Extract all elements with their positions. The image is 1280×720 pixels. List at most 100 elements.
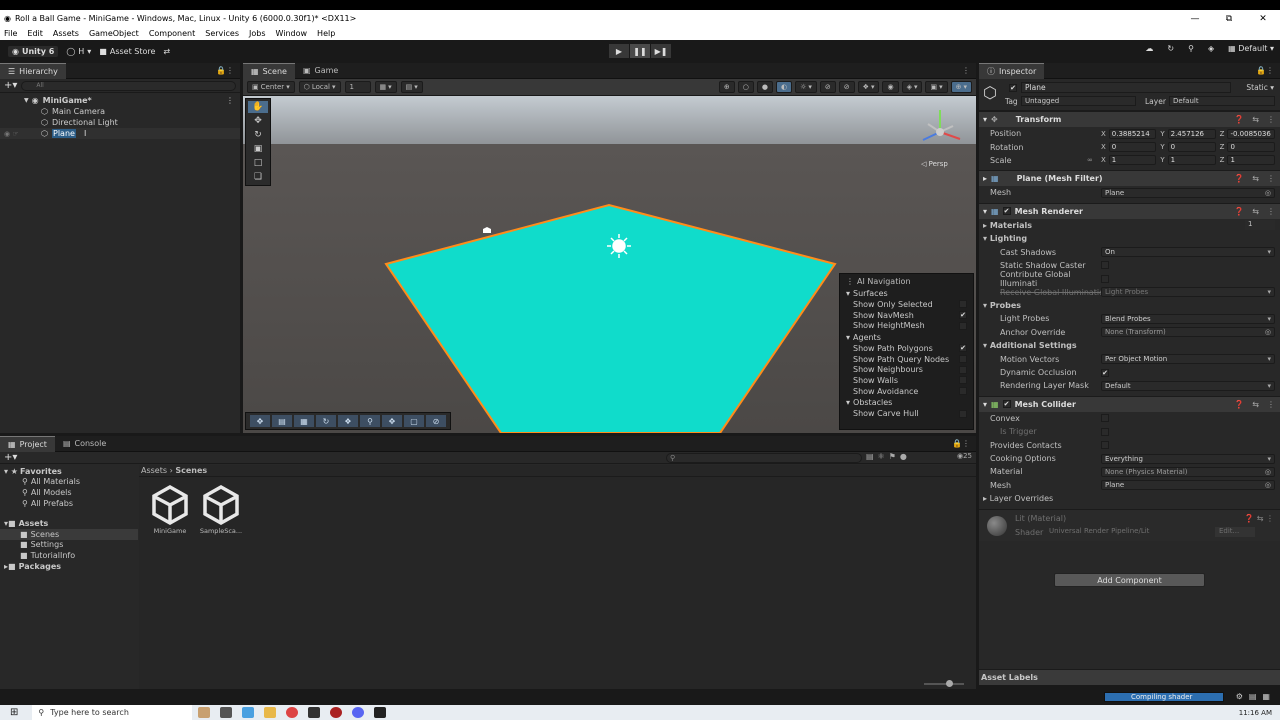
move-icon[interactable]: ✥ [382,415,402,427]
tree-packages[interactable]: ▸ ■ Packages [0,561,138,572]
checkbox[interactable] [959,321,967,330]
play-button[interactable]: ▶ [609,44,629,58]
hand-tool-icon[interactable]: ✋ [248,101,268,113]
option-show-path-query-nodes[interactable]: Show Path Query Nodes [840,354,973,365]
link-icon[interactable]: ∞ [1087,156,1093,164]
menu-services[interactable]: Services [205,29,239,38]
surfaces-section[interactable]: ▾ Surfaces [840,287,973,299]
tree-tutorialinfo[interactable]: ■ TutorialInfo [0,550,138,561]
collider-mesh-field[interactable]: Plane [1101,480,1275,491]
hierarchy-scene-row[interactable]: ▼ ◉ MiniGame* ⋮ [0,95,240,106]
chrome-icon[interactable] [286,707,299,718]
lighting-row[interactable]: ▾ Lighting [979,232,1280,245]
shader-edit-button[interactable]: Edit... [1215,527,1255,538]
search-icon[interactable]: ⚲ [360,415,380,427]
checkbox[interactable] [959,387,967,396]
unity-editor-icon[interactable] [374,707,387,718]
checkbox[interactable] [959,355,967,364]
rect-tool-icon[interactable]: □ [248,157,268,169]
layer-overrides-row[interactable]: ▸ Layer Overrides [979,492,1280,505]
scale-z-field[interactable]: 1 [1227,155,1275,166]
hierarchy-item-main-camera[interactable]: ⬡ Main Camera [0,106,240,117]
unity-account-button[interactable]: ◉ Unity 6 [8,45,59,57]
obstacles-section[interactable]: ▾ Obstacles [840,397,973,409]
checkbox[interactable] [959,300,967,309]
project-filter-icons[interactable]: ▤⚛⚑● [866,452,911,461]
anchor-override-field[interactable]: None (Transform) [1101,327,1275,338]
preset-icon[interactable]: ⇆ [1252,174,1259,183]
tree-all-prefabs[interactable]: ⚲ All Prefabs [0,498,138,509]
menu-gameobject[interactable]: GameObject [89,29,139,38]
option-show-carve-hull[interactable]: Show Carve Hull [840,409,973,420]
breadcrumb-assets[interactable]: Assets [141,466,167,475]
menu-icon[interactable]: ⋮ [1267,400,1275,409]
layers-button[interactable]: ◈ [1208,44,1214,53]
step-button[interactable]: ▶❚ [651,44,671,58]
cloud-icon[interactable]: ☁ [1145,44,1153,53]
navmesh-bake-icon[interactable]: ▦ [294,415,314,427]
menu-icon[interactable]: ⋮ [1267,115,1275,124]
option-show-heightmesh[interactable]: Show HeightMesh [840,320,973,331]
lit-button[interactable]: ◐ [776,81,793,93]
clock[interactable]: 11:16 AM [1239,709,1272,717]
discord-icon[interactable] [352,707,365,718]
compass-icon[interactable]: ⊘ [426,415,446,427]
mesh-renderer-enabled-checkbox[interactable]: ✔ [1002,207,1011,216]
tree-scenes[interactable]: ■ Scenes [0,528,138,540]
material-menu-icons[interactable]: ❓ ⇆ ⋮ [1244,514,1274,523]
additional-settings-row[interactable]: ▾ Additional Settings [979,339,1280,352]
menu-icon[interactable]: ⋮ [1267,174,1275,183]
tree-all-materials[interactable]: ⚲ All Materials [0,477,138,488]
pause-button[interactable]: ❚❚ [630,44,650,58]
lock-icon[interactable]: 🔒⋮ [216,66,234,75]
collider-material-field[interactable]: None (Physics Material) [1101,466,1275,477]
copilot-icon[interactable] [242,707,255,718]
static-shadow-checkbox[interactable] [1101,261,1109,270]
object-name-field[interactable]: Plane [1021,82,1231,93]
shaded-button[interactable]: ● [756,81,773,93]
transform-tool-icon[interactable]: ❏ [248,171,268,183]
2d-toggle[interactable]: ⊘ [819,81,836,93]
mesh-field[interactable]: Plane [1101,187,1275,198]
transform-header[interactable]: ▾ ✥ Transform ❓ ⇆ ⋮ [979,111,1280,127]
project-search-input[interactable]: ⚲ [666,453,862,463]
status-icons[interactable]: ⚙▤▦ [1236,692,1276,701]
dynamic-occlusion-checkbox[interactable]: ✔ [1101,368,1109,377]
add-icon[interactable]: +▾ [4,452,17,463]
tab-console[interactable]: ▤ Console [55,436,114,452]
lighting-dropdown[interactable]: ☼ ▾ [795,81,817,93]
task-view-icon[interactable] [220,707,233,718]
preset-icon[interactable]: ⇆ [1252,115,1259,124]
cast-shadows-dropdown[interactable]: On [1101,247,1275,258]
move-tool-icon[interactable]: ✥ [248,115,268,127]
convex-checkbox[interactable] [1101,414,1109,423]
town-icon[interactable] [198,707,211,718]
active-checkbox[interactable]: ✔ [1009,84,1017,92]
probes-row[interactable]: ▾ Probes [979,299,1280,312]
materials-count-field[interactable]: 1 [1245,220,1275,231]
option-show-path-polygons[interactable]: Show Path Polygons ✔ [840,343,973,354]
option-show-walls[interactable]: Show Walls [840,375,973,386]
persp-label[interactable]: ◁ Persp [921,160,948,168]
space-dropdown[interactable]: ⬡ Local ▾ [298,81,341,93]
preset-icon[interactable]: ⇆ [1252,207,1259,216]
tree-assets[interactable]: ▾ ■ Assets [0,518,138,529]
rendering-layer-mask-dropdown[interactable]: Default [1101,380,1275,391]
tree-settings[interactable]: ■ Settings [0,540,138,551]
tree-favorites[interactable]: ▾ ★ Favorites [0,466,138,477]
materials-row[interactable]: ▸ Materials 1 [979,219,1280,232]
layer-dropdown[interactable]: Default [1169,96,1275,106]
unity-hub-icon[interactable] [308,707,321,718]
asset-samplescene[interactable]: SampleSca... [196,485,246,535]
hierarchy-search-input[interactable]: All [21,80,236,91]
tab-inspector[interactable]: ⓘ Inspector [979,62,1045,79]
tag-dropdown[interactable]: Untagged [1021,96,1136,106]
rotation-z-field[interactable]: 0 [1227,142,1275,153]
lock-icon[interactable]: 🔒⋮ [1256,66,1274,75]
scale-tool-icon[interactable]: ▣ [248,143,268,155]
provides-contacts-checkbox[interactable] [1101,441,1109,450]
maximize-button[interactable]: ⧉ [1212,14,1246,24]
scene-viewport[interactable]: ◁ Persp ✋ ✥ ↻ ▣ □ ❏ ✥ ▤ ▦ ↻ ❖ ⚲ ✥ ▢ ⊘ ⋮ … [243,96,976,433]
camera-dropdown[interactable]: ▣ ▾ [925,81,948,93]
version-control-button[interactable]: ⇄ [163,47,170,56]
